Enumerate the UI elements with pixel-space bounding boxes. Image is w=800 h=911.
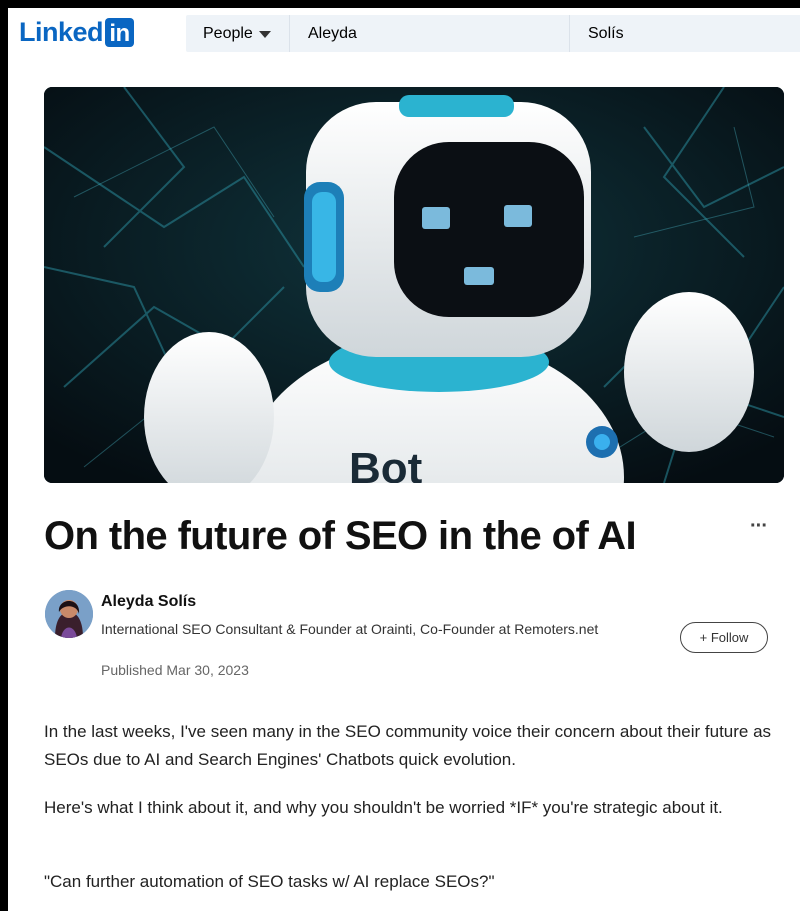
search-filter-dropdown[interactable]: People [186, 15, 290, 52]
search-filter-label: People [203, 24, 253, 42]
linkedin-logo[interactable]: Linked in [19, 16, 135, 48]
last-name-field[interactable]: Solís [570, 15, 800, 52]
first-name-field[interactable]: Aleyda [290, 15, 570, 52]
article-paragraph: "Can further automation of SEO tasks w/ … [44, 872, 495, 891]
author-headline: International SEO Consultant & Founder a… [101, 621, 599, 637]
page: Linked in People Aleyda Solís Bot On the… [8, 8, 800, 911]
top-header: Linked in People Aleyda Solís [8, 8, 800, 58]
logo-wordmark: Linked [19, 16, 104, 47]
hero-image: Bot [44, 87, 784, 483]
more-options-icon[interactable]: ··· [750, 515, 768, 538]
author-name[interactable]: Aleyda Solís [101, 593, 196, 611]
article-title: On the future of SEO in the of AI [44, 514, 637, 558]
logo-in-box: in [105, 17, 135, 47]
robot-chest-label: Bot [349, 444, 423, 483]
published-date: Published Mar 30, 2023 [101, 662, 249, 678]
people-search-bar: People Aleyda Solís [186, 15, 800, 52]
follow-button[interactable]: + Follow [680, 622, 768, 653]
author-avatar[interactable] [45, 590, 93, 638]
caret-down-icon [258, 30, 271, 38]
article-paragraph: Here's what I think about it, and why yo… [44, 798, 723, 817]
article-paragraph: In the last weeks, I've seen many in the… [44, 722, 772, 769]
